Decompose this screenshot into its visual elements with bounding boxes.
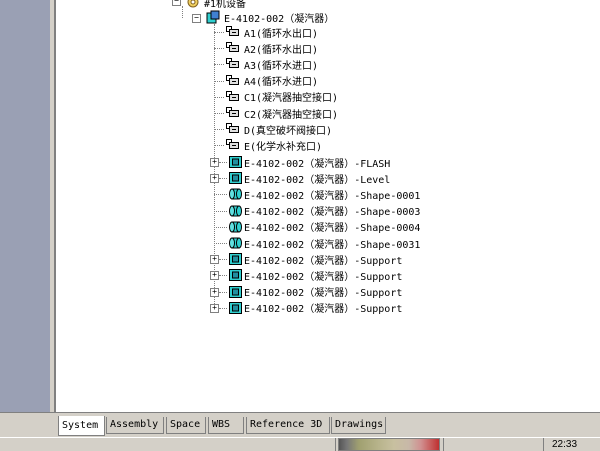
tree-node-child[interactable]: E-4102-002（凝汽器）-Shape-0004 [228, 219, 420, 235]
cylinder-icon [228, 187, 243, 201]
tree-connector [214, 129, 224, 131]
status-separator [335, 438, 336, 451]
tree-connector [214, 48, 224, 50]
tree-node-nozzle[interactable]: A4(循环水进口) [226, 73, 318, 89]
nozzle-icon [226, 25, 241, 39]
expand-toggle[interactable]: + [210, 255, 219, 265]
root-collapse-toggle[interactable]: − [172, 0, 181, 6]
left-panel-strip [0, 0, 50, 437]
status-separator [443, 438, 444, 451]
tree-node-label: A1(循环水出口) [244, 28, 319, 40]
cylinder-icon [228, 236, 243, 250]
equipment-icon [228, 171, 243, 185]
tree-node-child[interactable]: E-4102-002（凝汽器）-Support [228, 251, 402, 267]
tree-connector [214, 113, 224, 114]
tree-connector [214, 145, 224, 147]
tree-connector [214, 64, 224, 66]
tree-node-label: E-4102-002（凝汽器） [224, 13, 335, 25]
tree-node-nozzle[interactable]: A2(循环水出口) [226, 40, 318, 56]
tree-node-label: C2(凝汽器抽空接口) [244, 109, 339, 121]
tab-drawings[interactable]: Drawings [331, 417, 386, 434]
equipment-icon [228, 252, 243, 266]
tree-connector [214, 226, 227, 228]
color-scale-indicator [338, 438, 440, 451]
tree-connector [214, 32, 224, 33]
tree-connector [214, 194, 227, 196]
tree-node-label: C1(凝汽器抽空接口) [244, 93, 339, 105]
tab-wbs[interactable]: WBS [208, 417, 244, 434]
tree-node-nozzle[interactable]: A3(循环水进口) [226, 56, 318, 72]
nozzle-icon [226, 122, 241, 136]
tree-node-label: D(真空破坏阀接口) [244, 125, 333, 137]
equipment-node-icon [206, 10, 221, 24]
tree-node-nozzle[interactable]: E(化学水补充口) [226, 137, 322, 153]
tree-node-label: E-4102-002（凝汽器）-Shape-0031 [244, 239, 421, 251]
tree-connector [219, 259, 227, 261]
expand-toggle[interactable]: + [210, 287, 219, 297]
tree-connector [214, 210, 227, 212]
tree-connector [182, 6, 183, 18]
tree-connector [214, 243, 227, 244]
tree-node-child[interactable]: E-4102-002（凝汽器）-FLASH [228, 154, 390, 170]
nozzle-icon [226, 90, 241, 104]
tree-node-label: E-4102-002（凝汽器）-Support [244, 288, 403, 300]
equipment-collapse-toggle[interactable]: − [192, 14, 201, 23]
tree-node-label: A4(循环水进口) [244, 77, 319, 89]
nozzle-icon [226, 74, 241, 88]
equipment-icon [228, 285, 243, 299]
tree-node-child[interactable]: E-4102-002（凝汽器）-Shape-0001 [228, 186, 420, 202]
tree-node-equipment[interactable]: E-4102-002（凝汽器） [206, 9, 334, 25]
tab-space[interactable]: Space [166, 417, 206, 434]
tree-node-nozzle[interactable]: D(真空破坏阀接口) [226, 121, 332, 137]
tree-connector [219, 307, 227, 309]
expand-toggle[interactable]: + [210, 271, 219, 281]
expand-toggle[interactable]: + [210, 174, 219, 184]
tree-node-label: E-4102-002（凝汽器）-Shape-0003 [244, 207, 421, 219]
tree-node-label: E-4102-002（凝汽器）-Shape-0001 [244, 190, 421, 202]
tree-node-label: E-4102-002（凝汽器）-Shape-0004 [244, 223, 421, 235]
tree-connector [219, 275, 227, 277]
tree-connector [219, 162, 227, 163]
equipment-icon [228, 155, 243, 169]
nozzle-icon [226, 57, 241, 71]
tree-connector [214, 80, 224, 82]
tab-bar: System Assembly Space WBS Reference 3D D… [0, 412, 600, 438]
nozzle-icon [226, 138, 241, 152]
tab-system[interactable]: System [58, 416, 105, 436]
tree-node-label: E-4102-002（凝汽器）-Support [244, 304, 403, 316]
nozzle-icon [226, 41, 241, 55]
tree-node-child[interactable]: E-4102-002（凝汽器）-Support [228, 300, 402, 316]
equipment-icon [228, 268, 243, 282]
tree-node-label: E-4102-002（凝汽器）-Support [244, 255, 403, 267]
tree-node-child[interactable]: E-4102-002（凝汽器）-Support [228, 267, 402, 283]
tree-node-child[interactable]: E-4102-002（凝汽器）-Shape-0003 [228, 203, 420, 219]
status-bar: 22:33 [0, 437, 600, 451]
tree-node-label: E(化学水补充口) [244, 141, 323, 153]
tree-node-label: A3(循环水进口) [244, 60, 319, 72]
tree-connector [214, 96, 224, 98]
tree-node-nozzle[interactable]: C1(凝汽器抽空接口) [226, 89, 338, 105]
tree-node-child[interactable]: E-4102-002（凝汽器）-Support [228, 284, 402, 300]
tree-node-label: E-4102-002（凝汽器）-FLASH [244, 158, 391, 170]
tree-node-nozzle[interactable]: A1(循环水出口) [226, 24, 318, 40]
tree-node-child[interactable]: E-4102-002（凝汽器）-Level [228, 170, 390, 186]
tree-connector [219, 178, 227, 180]
tab-assembly[interactable]: Assembly [106, 417, 164, 434]
gear-icon [186, 0, 201, 9]
tree-node-label: E-4102-002（凝汽器）-Level [244, 174, 391, 186]
system-tree-view[interactable]: − #1机设备 − E-4102-002（凝汽器） A1(循环水出口) A2(循环… [54, 0, 600, 412]
tree-node-label: E-4102-002（凝汽器）-Support [244, 271, 403, 283]
expand-toggle[interactable]: + [210, 303, 219, 313]
cylinder-icon [228, 204, 243, 218]
tree-node-label: A2(循环水出口) [244, 44, 319, 56]
expand-toggle[interactable]: + [210, 158, 219, 167]
cylinder-icon [228, 220, 243, 234]
tree-connector [219, 291, 227, 293]
nozzle-icon [226, 106, 241, 120]
tab-reference-3d[interactable]: Reference 3D [246, 417, 330, 434]
tree-node-nozzle[interactable]: C2(凝汽器抽空接口) [226, 105, 338, 121]
tree-node-child[interactable]: E-4102-002（凝汽器）-Shape-0031 [228, 235, 420, 251]
clock-display: 22:33 [543, 438, 600, 451]
equipment-icon [228, 301, 243, 315]
